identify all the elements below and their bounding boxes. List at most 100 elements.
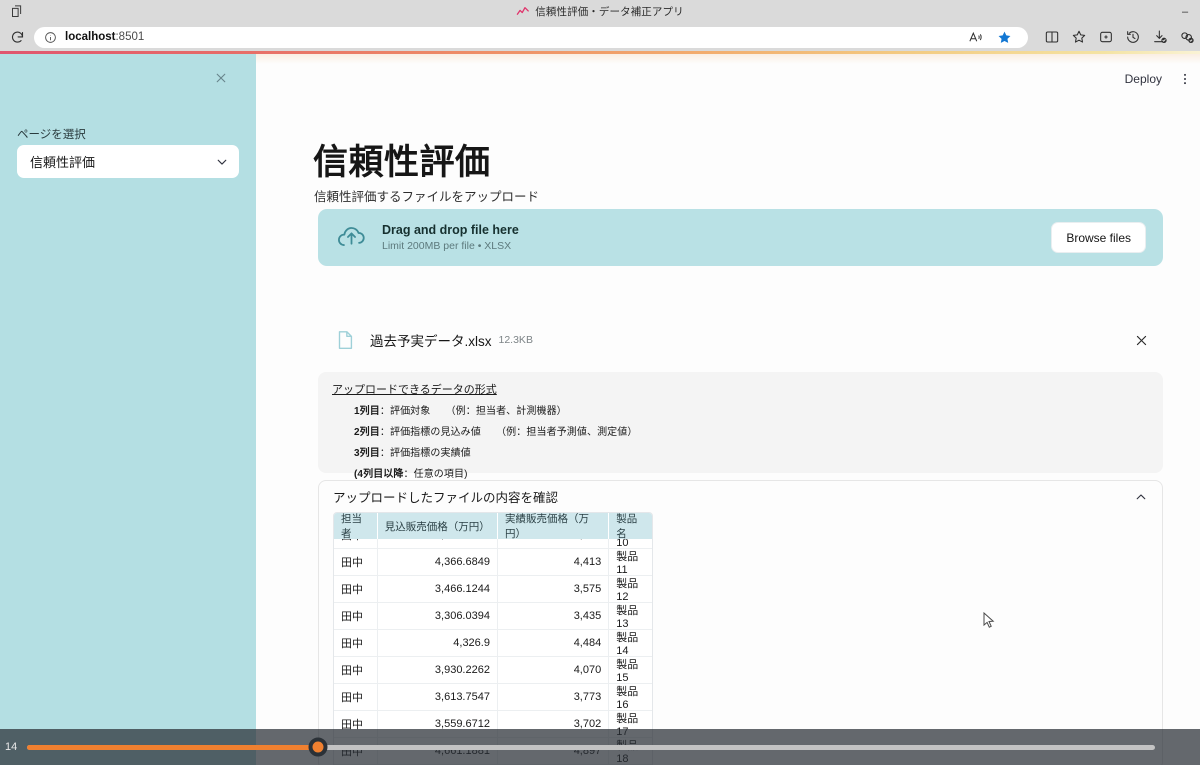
table-row[interactable]: 田中3,525.31353,693 製品10 [334,539,652,549]
minimize-button[interactable]: – [1170,0,1200,23]
window-controls: – [1170,0,1200,23]
chevron-down-icon [215,155,229,169]
url-host: localhost [65,31,116,43]
uploaded-file-size: 12.3KB [498,334,533,346]
file-uploader-dropzone[interactable]: Drag and drop file here Limit 200MB per … [318,209,1163,266]
infobox-line-rest: ：評価指標の見込み値 （例：担当者予測値、測定値） [379,427,638,438]
read-aloud-icon[interactable] [962,25,989,49]
sidebar-close-icon[interactable] [210,67,232,89]
table-cell: 4,413 [498,549,610,575]
active-tab[interactable]: 信頼性評価・データ補正アプリ [516,0,684,23]
browser-essentials-icon[interactable] [1173,25,1200,49]
info-icon[interactable] [44,31,57,44]
table-cell: 3,773 [498,684,610,710]
column-header: 製品名 [616,513,638,540]
data-format-infobox: アップロードできるデータの形式 1列目：評価対象 （例：担当者、計測機器） 2列… [318,372,1163,480]
uploaded-file-name: 過去予実データ.xlsx [370,334,492,349]
page-subtitle: 信頼性評価するファイルをアップロード [314,190,540,204]
table-row[interactable]: 田中 4,326.9 4,484 製品14 [334,630,652,657]
table-cell: 3,306.0394 [378,603,498,629]
expander-header[interactable]: アップロードしたファイルの内容を確認 [319,481,1162,512]
column-header: 担当者 [334,513,378,540]
remove-file-icon[interactable] [1134,333,1149,348]
tab-search-icon[interactable] [0,0,34,23]
table-row[interactable]: 田中 4,366.6849 4,413 製品11 [334,549,652,576]
browser-tab-strip: 信頼性評価・データ補正アプリ – [0,0,1200,23]
dropzone-limit-text: Limit 200MB per file • XLSX [382,240,512,252]
uploaded-file-row: 過去予実データ.xlsx 12.3KB [318,324,1163,356]
table-cell: 田中 [334,657,378,683]
tab-title: 信頼性評価・データ補正アプリ [535,6,684,18]
table-cell: 製品16 [616,686,639,711]
dropzone-texts: Drag and drop file here Limit 200MB per … [382,223,519,252]
table-cell: 製品14 [616,632,639,657]
sidebar: ページを選択 信頼性評価 [0,54,256,765]
infobox-line-bold: (4列目以降 [354,469,404,480]
infobox-line-rest: ：評価対象 （例：担当者、計測機器） [379,406,567,417]
infobox-line: 3列目：評価指標の実績値 [354,444,1149,459]
downloads-icon[interactable] [1146,25,1173,49]
table-cell: 3,466.1244 [378,576,498,602]
page-content: 信頼性評価 信頼性評価するファイルをアップロード Drag and drop f… [256,54,1200,765]
dataframe[interactable]: 担当者 見込販売価格（万円） 実績販売価格（万円） 製品名 田中3,525.31… [333,512,653,765]
table-cell: 田中 [334,549,378,575]
scrubber-thumb[interactable] [308,737,328,757]
page-title: 信頼性評価 [313,143,491,182]
table-cell: 4,484 [498,630,610,656]
table-cell: 4,366.6849 [378,549,498,575]
favorite-filled-icon[interactable] [991,25,1018,49]
column-header: 見込販売価格（万円） [378,513,498,539]
screen: 信頼性評価・データ補正アプリ – localhost:8501 ページを選択 信… [0,0,1200,765]
table-cell: 3,693 [498,539,610,548]
streamlit-app: ページを選択 信頼性評価 Deploy 信頼性評価 信頼性評価するファイルをアッ… [0,51,1200,765]
cloud-upload-icon [335,221,368,254]
table-row[interactable]: 田中 3,613.7547 3,773 製品16 [334,684,652,711]
table-cell: 製品13 [616,605,639,630]
dataframe-header-row: 担当者 見込販売価格（万円） 実績販売価格（万円） 製品名 [334,513,652,540]
table-cell: 3,525.3135 [378,539,498,548]
video-scrubber[interactable]: 14 [0,729,1200,765]
table-cell: 製品10 [616,539,629,549]
table-cell: 3,930.2262 [378,657,498,683]
table-row[interactable]: 田中 3,930.2262 4,070 製品15 [334,657,652,684]
history-icon[interactable] [1119,25,1146,49]
infobox-line: (4列目以降：任意の項目) [354,465,1149,480]
table-cell: 3,613.7547 [378,684,498,710]
add-favorite-icon[interactable] [1065,25,1092,49]
column-header: 実績販売価格（万円） [498,513,610,540]
file-icon [334,328,356,352]
browse-files-button[interactable]: Browse files [1051,222,1146,253]
page-select-value: 信頼性評価 [30,155,96,170]
scrubber-track[interactable] [27,737,1155,757]
expander-title: アップロードしたファイルの内容を確認 [333,491,559,505]
table-cell: 3,575 [498,576,610,602]
scrubber-position-label: 14 [5,741,18,753]
address-bar[interactable]: localhost:8501 [34,25,1028,49]
scrubber-fill [27,744,319,750]
table-cell: 田中 [334,684,378,710]
infobox-line: 2列目：評価指標の見込み値 （例：担当者予測値、測定値） [354,423,1149,438]
table-row[interactable]: 田中 3,306.0394 3,435 製品13 [334,603,652,630]
expander-body: 担当者 見込販売価格（万円） 実績販売価格（万円） 製品名 田中3,525.31… [319,512,1162,765]
split-screen-icon[interactable] [1038,25,1065,49]
page-select[interactable]: 信頼性評価 [17,145,239,178]
table-cell: 田中 [334,630,378,656]
table-cell: 4,326.9 [378,630,498,656]
infobox-line-bold: 1列目 [354,406,380,417]
file-preview-expander: アップロードしたファイルの内容を確認 担当者 見込販売価格（万円） 実績販売価格… [318,480,1163,765]
table-cell: 3,435 [498,603,610,629]
browser-toolbar: localhost:8501 [0,23,1200,51]
table-row[interactable]: 田中 3,466.1244 3,575 製品12 [334,576,652,603]
dropzone-main-text: Drag and drop file here [382,223,519,237]
chevron-up-icon[interactable] [1134,490,1148,504]
reload-icon[interactable] [0,23,34,51]
collections-icon[interactable] [1092,25,1119,49]
table-cell: 4,070 [498,657,610,683]
infobox-line-rest: ：任意の項目) [403,469,468,480]
url-text: localhost:8501 [65,31,144,43]
line-chart-icon [516,7,529,15]
infobox-heading: アップロードできるデータの形式 [332,384,497,396]
table-cell: 製品12 [616,578,639,603]
page-select-label: ページを選択 [17,129,86,141]
main-area: Deploy 信頼性評価 信頼性評価するファイルをアップロード Drag and… [256,54,1200,765]
